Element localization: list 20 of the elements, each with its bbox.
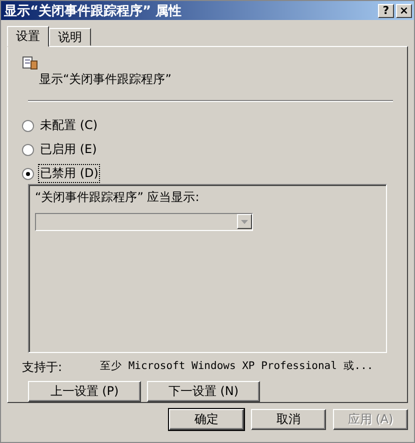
tab[interactable]: 说明 (49, 28, 91, 46)
group-label: “关闭事件跟踪程序” 应当显示: (35, 189, 200, 206)
radio-option[interactable]: 已启用 (E) (22, 140, 99, 159)
dialog-button[interactable]: 取消 (251, 409, 326, 430)
radio-button[interactable] (22, 168, 34, 180)
policy-name: 显示“关闭事件跟踪程序” (38, 71, 172, 88)
next-setting-button[interactable]: 下一设置 (N) (147, 381, 260, 402)
radio-button[interactable] (22, 120, 34, 132)
caret-icon (241, 220, 248, 224)
policy-icon (22, 55, 38, 71)
previous-setting-button[interactable]: 上一设置 (P) (28, 381, 141, 402)
dialog-button[interactable]: 确定 (169, 409, 244, 430)
close-button[interactable]: × (396, 4, 412, 18)
supported-label: 支持于: (22, 359, 64, 376)
radio-option[interactable]: 未配置 (C) (22, 116, 100, 135)
supported-value: 至少 Microsoft Windows XP Professional 或... (100, 359, 374, 374)
help-button[interactable]: ? (378, 4, 394, 18)
window-title: 显示“关闭事件跟踪程序” 属性 (4, 2, 182, 20)
radio-button[interactable] (22, 144, 34, 156)
tab[interactable]: 设置 (7, 26, 49, 47)
